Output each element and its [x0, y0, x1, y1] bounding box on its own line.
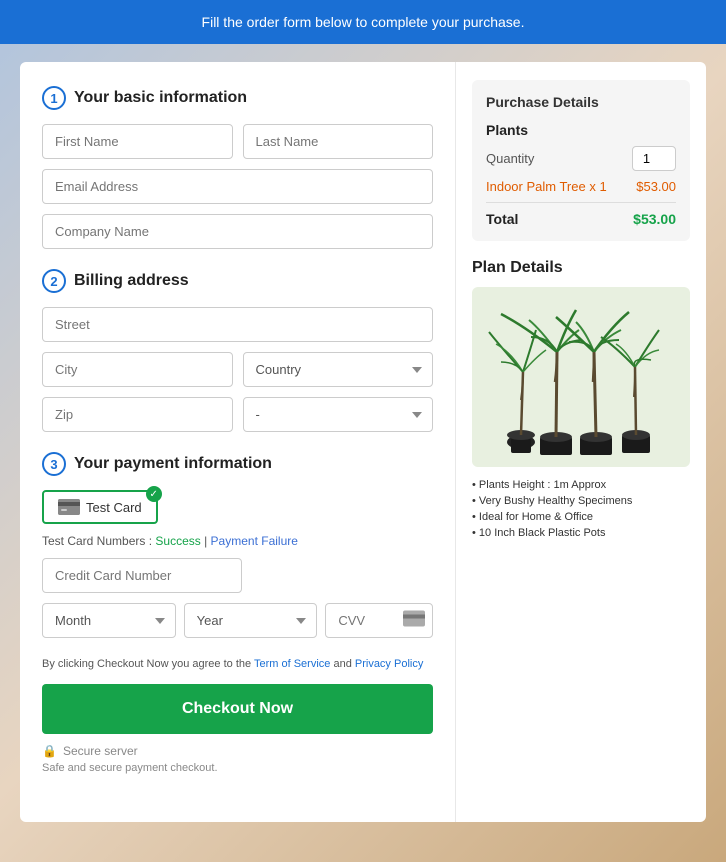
street-row: [42, 307, 433, 342]
email-row: [42, 169, 433, 204]
last-name-input[interactable]: [243, 124, 434, 159]
name-row: [42, 124, 433, 159]
city-country-row: Country: [42, 352, 433, 387]
feature-4: 10 Inch Black Plastic Pots: [472, 527, 690, 539]
section1-title: 1 Your basic information: [42, 86, 433, 110]
privacy-link[interactable]: Privacy Policy: [355, 658, 423, 670]
country-select[interactable]: Country: [243, 352, 434, 387]
section-payment: 3 Your payment information Test Card ✓ T…: [42, 452, 433, 638]
total-label: Total: [486, 211, 518, 227]
feature-1: Plants Height : 1m Approx: [472, 479, 690, 491]
section-billing: 2 Billing address Country -: [42, 269, 433, 432]
section2-number: 2: [42, 269, 66, 293]
plan-details: Plan Details: [472, 259, 690, 539]
section2-label: Billing address: [74, 272, 189, 290]
feature-3: Ideal for Home & Office: [472, 511, 690, 523]
checkout-button[interactable]: Checkout Now: [42, 684, 433, 734]
section3-title: 3 Your payment information: [42, 452, 433, 476]
city-input[interactable]: [42, 352, 233, 387]
company-input[interactable]: [42, 214, 433, 249]
zip-row: -: [42, 397, 433, 432]
cvv-wrap: [325, 603, 433, 638]
test-card-info: Test Card Numbers : Success | Payment Fa…: [42, 534, 433, 548]
item-label: Indoor Palm Tree x 1: [486, 179, 607, 194]
main-card: 1 Your basic information 2 Billing addre…: [20, 62, 706, 822]
section-basic-info: 1 Your basic information: [42, 86, 433, 249]
plan-title: Plan Details: [472, 259, 690, 277]
success-link[interactable]: Success: [155, 534, 200, 548]
banner-text: Fill the order form below to complete yo…: [202, 14, 525, 30]
lock-icon: 🔒: [42, 744, 57, 758]
test-card-button[interactable]: Test Card ✓: [42, 490, 158, 524]
card-icon: [58, 499, 80, 515]
zip-input[interactable]: [42, 397, 233, 432]
plant-features: Plants Height : 1m Approx Very Bushy Hea…: [472, 479, 690, 539]
left-panel: 1 Your basic information 2 Billing addre…: [20, 62, 456, 822]
section3-number: 3: [42, 452, 66, 476]
quantity-input[interactable]: [632, 146, 676, 171]
credit-card-row: [42, 558, 433, 593]
section3-label: Your payment information: [74, 455, 272, 473]
street-input[interactable]: [42, 307, 433, 342]
section1-number: 1: [42, 86, 66, 110]
item-row: Indoor Palm Tree x 1 $53.00: [486, 179, 676, 194]
safe-text: Safe and secure payment checkout.: [42, 762, 433, 774]
total-amount: $53.00: [633, 211, 676, 227]
secure-label: Secure server: [63, 744, 138, 758]
credit-card-input[interactable]: [42, 558, 242, 593]
year-select[interactable]: Year: [184, 603, 318, 638]
card-label: Test Card: [86, 500, 142, 515]
check-badge: ✓: [146, 486, 162, 502]
terms-link[interactable]: Term of Service: [254, 658, 330, 670]
top-banner: Fill the order form below to complete yo…: [0, 0, 726, 44]
month-select[interactable]: Month: [42, 603, 176, 638]
purchase-details-box: Purchase Details Plants Quantity Indoor …: [472, 80, 690, 241]
failure-link[interactable]: Payment Failure: [211, 534, 298, 548]
quantity-row: Quantity: [486, 146, 676, 171]
total-row: Total $53.00: [486, 202, 676, 227]
feature-2: Very Bushy Healthy Specimens: [472, 495, 690, 507]
first-name-input[interactable]: [42, 124, 233, 159]
email-input[interactable]: [42, 169, 433, 204]
section2-title: 2 Billing address: [42, 269, 433, 293]
secure-info: 🔒 Secure server: [42, 744, 433, 758]
plant-image: [472, 287, 690, 467]
quantity-label: Quantity: [486, 151, 534, 166]
cvv-card-icon: [403, 610, 425, 631]
cvv-row: Month Year: [42, 603, 433, 638]
right-panel: Purchase Details Plants Quantity Indoor …: [456, 62, 706, 822]
section1-label: Your basic information: [74, 89, 247, 107]
item-price: $53.00: [636, 179, 676, 194]
terms-text: By clicking Checkout Now you agree to th…: [42, 658, 433, 670]
purchase-title: Purchase Details: [486, 94, 676, 110]
company-row: [42, 214, 433, 249]
product-category: Plants: [486, 122, 676, 138]
dash-select[interactable]: -: [243, 397, 434, 432]
